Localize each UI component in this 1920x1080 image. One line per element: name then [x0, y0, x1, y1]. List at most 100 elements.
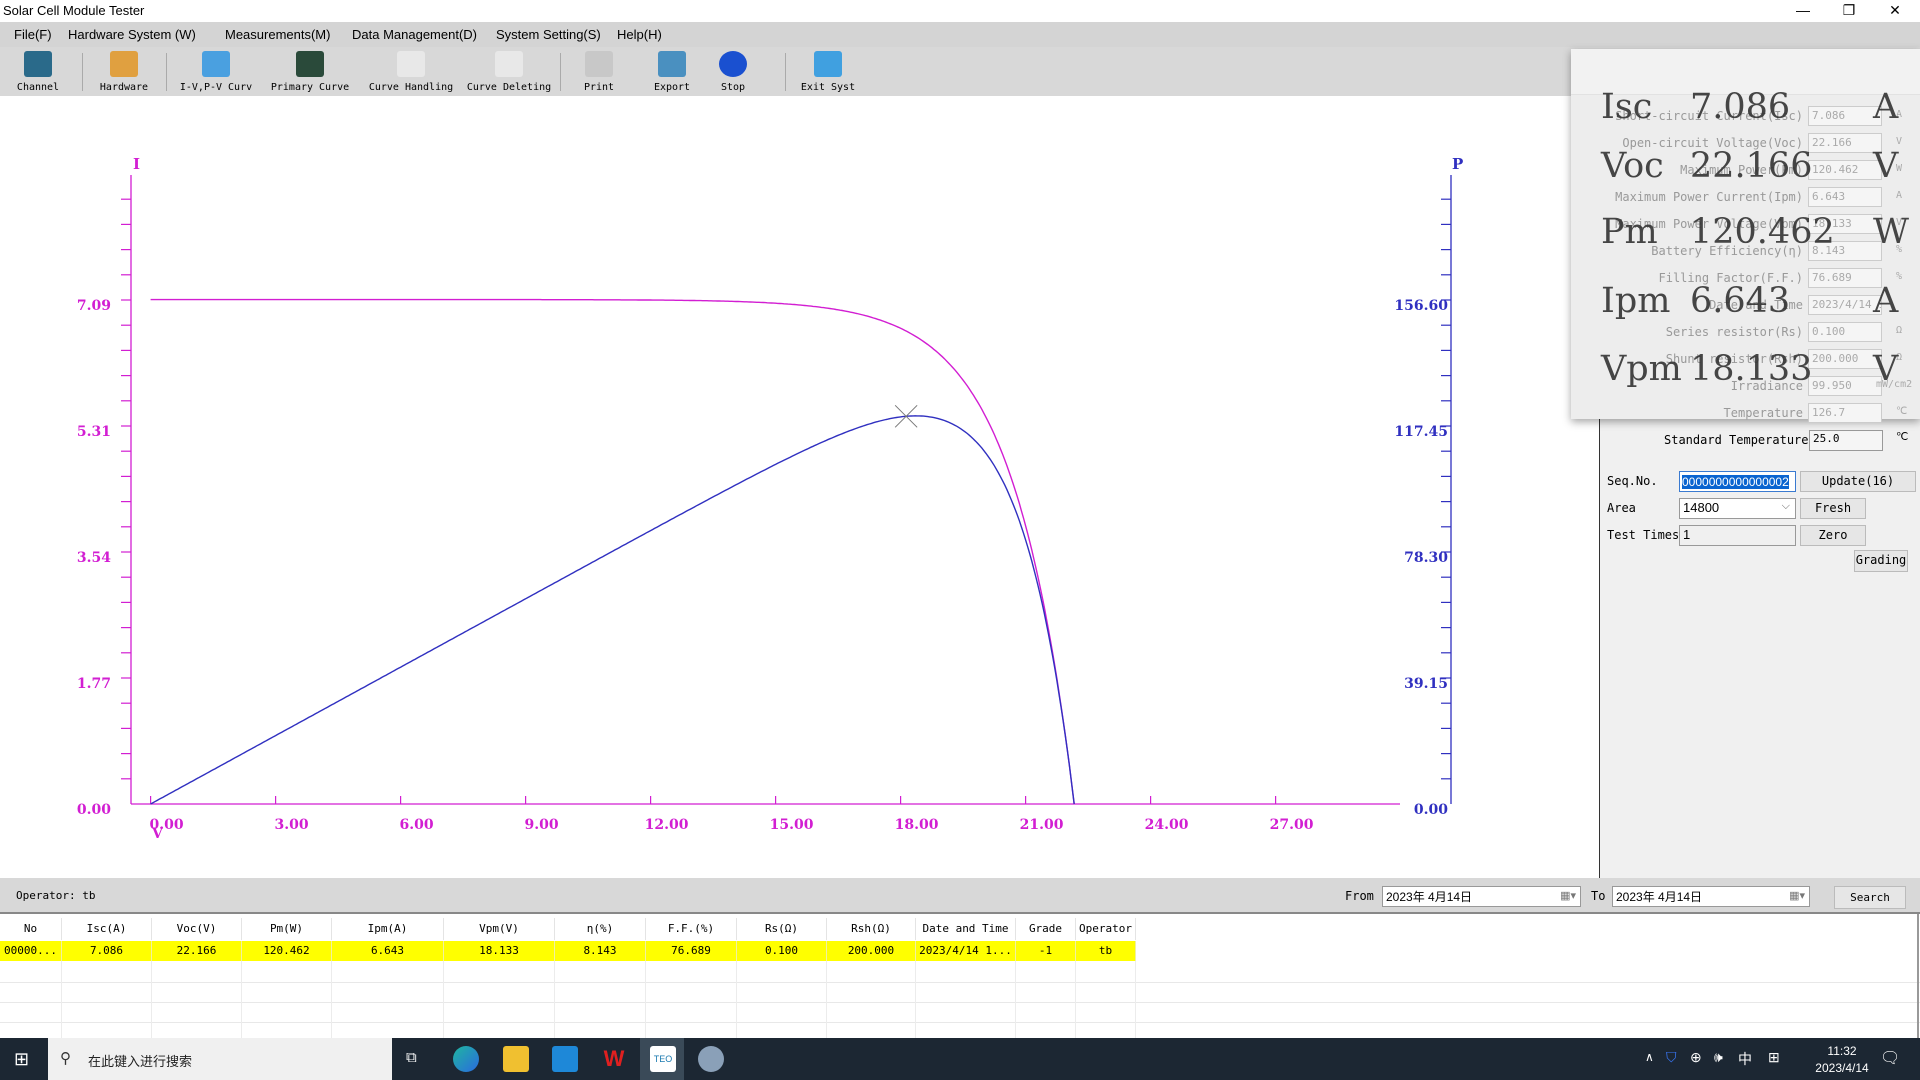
param-value-field[interactable]: 200.000 [1808, 349, 1882, 369]
taskbar-search-box[interactable]: ⚲ 在此键入进行搜索 [48, 1038, 392, 1080]
column-header[interactable]: Rsh(Ω) [827, 918, 916, 940]
menu-data-management[interactable]: Data Management(D) [352, 27, 477, 42]
toolbar-label: Primary Curve [270, 82, 350, 93]
column-header[interactable]: Voc(V) [152, 918, 242, 940]
calendar-icon[interactable]: ▦▾ [1789, 889, 1805, 902]
toolbar-separator [166, 53, 167, 91]
wps-icon[interactable]: W [601, 1046, 627, 1072]
param-value-field[interactable]: 0.100 [1808, 322, 1882, 342]
security-shield-icon[interactable]: ⛉ [1666, 1049, 1677, 1066]
x-tick-label: 15.00 [770, 817, 814, 833]
search-button[interactable]: Search [1834, 886, 1906, 909]
menu-system-setting[interactable]: System Setting(S) [496, 27, 601, 42]
paint-icon[interactable] [698, 1046, 724, 1072]
toolbar-hardware-button[interactable]: Hardware [79, 47, 169, 96]
column-header[interactable]: Date and Time [916, 918, 1016, 940]
param-label: Maximum Power Current(Ipm) [1615, 190, 1803, 204]
menu-hardware-system[interactable]: Hardware System (W) [68, 27, 196, 42]
param-value-field[interactable]: 7.086 [1808, 106, 1882, 126]
ime-indicator[interactable]: 中 [1738, 1049, 1752, 1069]
column-divider [554, 961, 555, 1038]
toolbar-curve-handling-button[interactable]: Curve Handling [366, 47, 456, 96]
fresh-button[interactable]: Fresh [1800, 498, 1866, 519]
title-bar: Solar Cell Module Tester — ❐ ✕ [0, 0, 1920, 22]
column-header[interactable]: Operator [1076, 918, 1136, 940]
zero-button[interactable]: Zero [1800, 525, 1866, 546]
exit-icon [814, 51, 842, 77]
toolbar-channel-button[interactable]: Channel [0, 47, 83, 96]
area-select[interactable]: 14800 ⌵ [1679, 498, 1796, 519]
column-header[interactable]: F.F.(%) [646, 918, 737, 940]
toolbar-exit-syst-button[interactable]: Exit Syst [783, 47, 873, 96]
task-view-icon[interactable]: ⧉ [406, 1049, 417, 1066]
standard-temperature-input[interactable]: 25.0 [1809, 430, 1883, 451]
close-button[interactable]: ✕ [1872, 0, 1918, 22]
big-readout-unit: A [1873, 87, 1899, 127]
results-popup: Short-circuit Current(Isc) 7.086 A Open-cir… [1571, 49, 1920, 423]
restore-button[interactable]: ❐ [1826, 0, 1872, 22]
network-icon[interactable]: ⊕ [1690, 1049, 1702, 1066]
tester-app-icon[interactable]: TEO [650, 1046, 676, 1072]
menu-measurements[interactable]: Measurements(M) [225, 27, 330, 42]
table-cell: 22.166 [152, 941, 242, 961]
x-tick-label: 27.00 [1270, 817, 1314, 833]
toolbar-primary-curve-button[interactable]: Primary Curve [265, 47, 355, 96]
toolbar-separator [82, 53, 83, 91]
monitor-icon [24, 51, 52, 77]
param-unit: A [1896, 190, 1903, 201]
column-header[interactable]: No [0, 918, 62, 940]
column-header[interactable]: Grade [1016, 918, 1076, 940]
update-button[interactable]: Update(16) [1800, 471, 1916, 492]
big-readout-name: Isc [1601, 87, 1653, 127]
param-value-field[interactable]: 76.689 [1808, 268, 1882, 288]
to-label: To [1591, 889, 1606, 903]
menu-help[interactable]: Help(H) [617, 27, 662, 42]
column-divider [61, 961, 62, 1038]
x-tick-label: 9.00 [525, 817, 559, 833]
document-arrow-down-icon [397, 51, 425, 77]
to-date-picker[interactable]: 2023年 4月14日 ▦▾ [1612, 886, 1810, 907]
clock-time[interactable]: 11:32 [1812, 1044, 1872, 1058]
column-header[interactable]: Isc(A) [62, 918, 152, 940]
menu-file[interactable]: File(F) [14, 27, 52, 42]
param-value-field[interactable]: 6.643 [1808, 187, 1882, 207]
param-value-field[interactable]: 22.166 [1808, 133, 1882, 153]
column-header[interactable]: η(%) [555, 918, 646, 940]
minimize-button[interactable]: — [1780, 0, 1826, 22]
from-date-picker[interactable]: 2023年 4月14日 ▦▾ [1382, 886, 1581, 907]
volume-icon[interactable]: 🕪 [1714, 1049, 1723, 1066]
toolbar-curve-deleting-button[interactable]: Curve Deleting [464, 47, 554, 96]
test-times-input[interactable]: 1 [1679, 525, 1796, 546]
windows-start-icon[interactable]: ⊞ [14, 1049, 29, 1070]
column-header[interactable]: Pm(W) [242, 918, 332, 940]
blueprint-icon [202, 51, 230, 77]
tray-chevron-up-icon[interactable]: ∧ [1645, 1050, 1654, 1064]
edge-icon[interactable] [453, 1046, 479, 1072]
toolbar-i-v-p-v-curv-button[interactable]: I-V,P-V Curv [171, 47, 261, 96]
search-icon: ⚲ [60, 1050, 71, 1067]
column-header[interactable]: Rs(Ω) [737, 918, 827, 940]
notification-icon[interactable]: 🗨 [1880, 1048, 1900, 1068]
menu-bar: File(F) Hardware System (W) Measurements… [0, 22, 1920, 47]
column-header[interactable]: Vpm(V) [444, 918, 555, 940]
left-y-tick-label: 1.77 [77, 676, 111, 692]
param-unit: ℃ [1896, 406, 1908, 417]
param-value-field[interactable]: 126.7 [1808, 403, 1882, 423]
ime-mode-icon[interactable]: ⊞ [1768, 1049, 1780, 1066]
grading-button[interactable]: Grading [1854, 550, 1908, 572]
param-value-field[interactable]: 120.462 [1808, 160, 1882, 180]
toolbar-stop-button[interactable]: Stop [688, 47, 778, 96]
file-explorer-icon[interactable] [503, 1046, 529, 1072]
mail-icon[interactable] [552, 1046, 578, 1072]
calendar-icon[interactable]: ▦▾ [1560, 889, 1576, 902]
right-y-tick-label: 39.15 [1404, 676, 1448, 692]
param-value-field[interactable]: 2023/4/14 1 [1808, 295, 1882, 315]
param-value-field[interactable]: 99.950 [1808, 376, 1882, 396]
table-row-divider [0, 1002, 1920, 1003]
clock-date[interactable]: 2023/4/14 [1802, 1061, 1882, 1075]
table-row[interactable]: 00000... 7.086 22.166 120.462 6.643 18.133 8.1… [0, 941, 1136, 961]
x-tick-label: 12.00 [645, 817, 689, 833]
seq-no-input[interactable]: 0000000000000002 [1679, 471, 1796, 492]
column-header[interactable]: Ipm(A) [332, 918, 444, 940]
x-axis-title: V [151, 826, 164, 842]
